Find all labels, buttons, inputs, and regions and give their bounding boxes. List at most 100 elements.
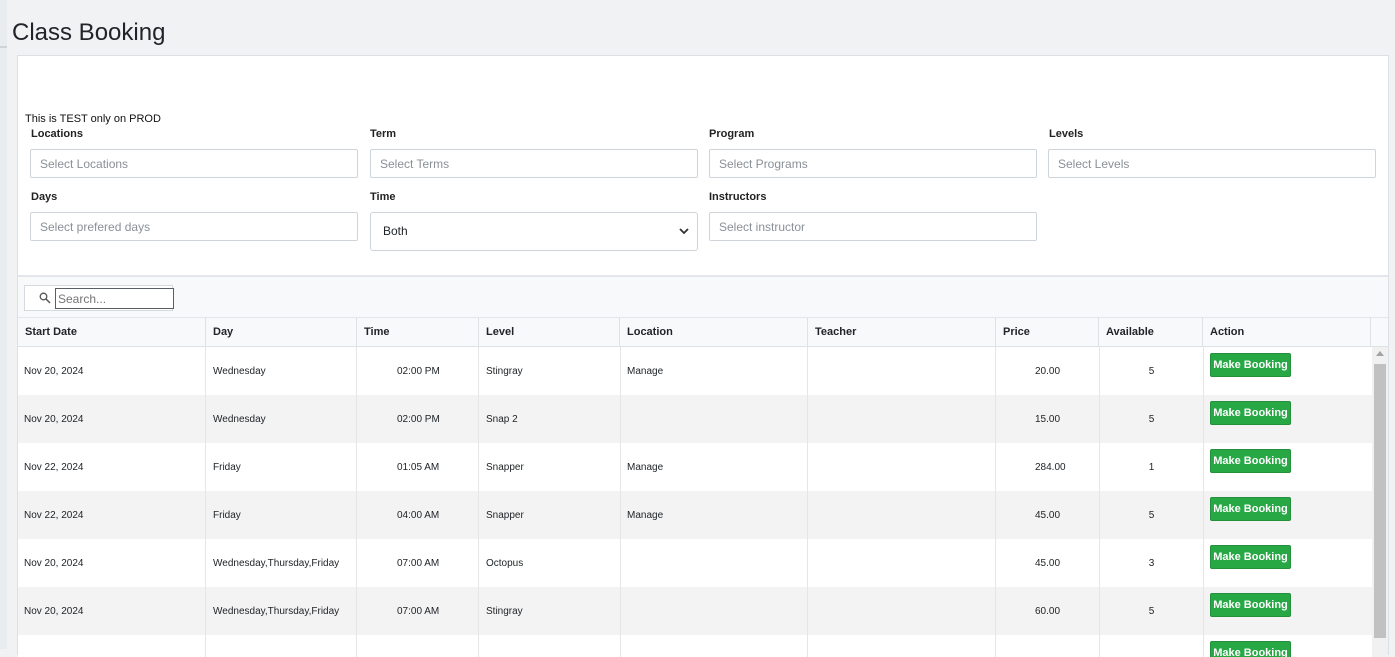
column-header-available[interactable]: Available — [1099, 318, 1203, 347]
column-header-teacher[interactable]: Teacher — [808, 318, 996, 347]
levels-select[interactable]: Select Levels — [1048, 149, 1376, 178]
cell-teacher — [808, 635, 996, 657]
cell-action: Make Booking — [1204, 539, 1372, 587]
cell-price: 15.00 — [996, 395, 1100, 443]
cell-start-date: Nov 20, 2024 — [18, 587, 206, 635]
days-select[interactable]: Select prefered days — [30, 212, 358, 241]
cell-teacher — [808, 395, 996, 443]
table-row: Make Booking — [18, 635, 1372, 657]
cell-location — [621, 587, 808, 635]
cell-day: Friday — [206, 491, 357, 539]
table-toolbar — [18, 277, 1388, 317]
levels-label: Levels — [1049, 128, 1084, 140]
make-booking-button[interactable]: Make Booking — [1210, 449, 1291, 473]
cell-available: 5 — [1100, 347, 1204, 395]
cell-action: Make Booking — [1204, 395, 1372, 443]
cell-price: 284.00 — [996, 443, 1100, 491]
time-label: Time — [370, 191, 396, 203]
cell-time: 01:05 AM — [357, 443, 479, 491]
column-header-level[interactable]: Level — [479, 318, 620, 347]
program-select[interactable]: Select Programs — [709, 149, 1037, 178]
table-search — [24, 285, 174, 311]
cell-start-date: Nov 20, 2024 — [18, 347, 206, 395]
make-booking-button[interactable]: Make Booking — [1210, 641, 1291, 657]
cell-teacher — [808, 587, 996, 635]
cell-location — [621, 395, 808, 443]
table-row: Nov 22, 2024 Friday 01:05 AM Snapper Manage 2… — [18, 443, 1372, 491]
make-booking-button[interactable]: Make Booking — [1210, 593, 1291, 617]
term-label: Term — [370, 128, 397, 140]
cell-start-date: Nov 20, 2024 — [18, 395, 206, 443]
make-booking-button[interactable]: Make Booking — [1210, 401, 1291, 425]
make-booking-button[interactable]: Make Booking — [1210, 497, 1291, 521]
cell-time: 02:00 PM — [357, 347, 479, 395]
table-row: Nov 20, 2024 Wednesday 02:00 PM Stingray Man… — [18, 347, 1372, 395]
cell-location — [621, 635, 808, 657]
cell-available: 1 — [1100, 443, 1204, 491]
search-input[interactable] — [55, 288, 174, 309]
column-header-location[interactable]: Location — [620, 318, 808, 347]
cell-time — [357, 635, 479, 657]
table-row: Nov 20, 2024 Wednesday,Thursday,Friday 07:… — [18, 587, 1372, 635]
cell-price — [996, 635, 1100, 657]
cell-day: Friday — [206, 443, 357, 491]
instructors-select[interactable]: Select instructor — [709, 212, 1037, 241]
term-select[interactable]: Select Terms — [370, 149, 698, 178]
cell-day: Wednesday,Thursday,Friday — [206, 539, 357, 587]
cell-action: Make Booking — [1204, 443, 1372, 491]
cell-level — [479, 635, 621, 657]
cell-price: 20.00 — [996, 347, 1100, 395]
cell-action: Make Booking — [1204, 491, 1372, 539]
cell-day — [206, 635, 357, 657]
table-row: Nov 20, 2024 Wednesday 02:00 PM Snap 2 15.00… — [18, 395, 1372, 443]
cell-price: 45.00 — [996, 491, 1100, 539]
cell-time: 07:00 AM — [357, 587, 479, 635]
column-header-time[interactable]: Time — [357, 318, 479, 347]
cell-day: Wednesday,Thursday,Friday — [206, 587, 357, 635]
column-header-start-date[interactable]: Start Date — [18, 318, 206, 347]
time-select[interactable]: Both — [370, 212, 698, 251]
cell-available: 5 — [1100, 587, 1204, 635]
left-edge-bar — [0, 0, 7, 649]
chevron-down-icon — [679, 228, 689, 235]
cell-level: Stingray — [479, 587, 621, 635]
cell-location: Manage — [621, 491, 808, 539]
cell-available: 5 — [1100, 491, 1204, 539]
cell-level: Snapper — [479, 443, 621, 491]
cell-action: Make Booking — [1204, 347, 1372, 395]
cell-time: 02:00 PM — [357, 395, 479, 443]
search-icon — [39, 292, 51, 304]
locations-select[interactable]: Select Locations — [30, 149, 358, 178]
scrollbar-thumb[interactable] — [1374, 364, 1386, 638]
program-label: Program — [709, 128, 755, 140]
column-header-price[interactable]: Price — [996, 318, 1099, 347]
make-booking-button[interactable]: Make Booking — [1210, 353, 1291, 377]
table-row: Nov 22, 2024 Friday 04:00 AM Snapper Manage 4… — [18, 491, 1372, 539]
left-edge-marker — [0, 46, 7, 48]
table-header: Start Date Day Time Level Location Teacher Pri… — [18, 317, 1388, 347]
cell-start-date: Nov 20, 2024 — [18, 539, 206, 587]
make-booking-button[interactable]: Make Booking — [1210, 545, 1291, 569]
cell-teacher — [808, 443, 996, 491]
column-header-action[interactable]: Action — [1203, 318, 1371, 347]
cell-day: Wednesday — [206, 347, 357, 395]
days-label: Days — [31, 191, 58, 203]
cell-time: 04:00 AM — [357, 491, 479, 539]
cell-start-date: Nov 22, 2024 — [18, 443, 206, 491]
cell-available: 5 — [1100, 395, 1204, 443]
cell-day: Wednesday — [206, 395, 357, 443]
cell-price: 60.00 — [996, 587, 1100, 635]
locations-label: Locations — [31, 128, 83, 140]
cell-level: Octopus — [479, 539, 621, 587]
cell-available — [1100, 635, 1204, 657]
cell-level: Snapper — [479, 491, 621, 539]
table-row: Nov 20, 2024 Wednesday,Thursday,Friday 07:… — [18, 539, 1372, 587]
scroll-up-arrow-icon[interactable] — [1376, 351, 1384, 356]
cell-teacher — [808, 347, 996, 395]
cell-location: Manage — [621, 443, 808, 491]
table-scrollbar[interactable] — [1372, 347, 1388, 657]
column-header-day[interactable]: Day — [206, 318, 357, 347]
cell-location — [621, 539, 808, 587]
cell-teacher — [808, 539, 996, 587]
cell-action: Make Booking — [1204, 635, 1372, 657]
